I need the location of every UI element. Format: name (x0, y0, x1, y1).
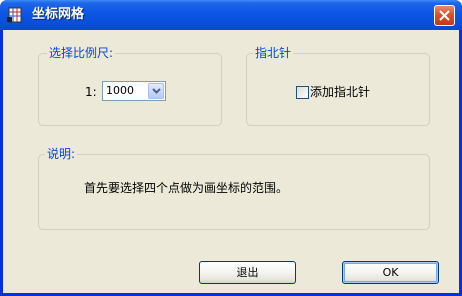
grid-app-icon (6, 6, 24, 24)
scale-groupbox: 选择比例尺: 1: 1000 (38, 45, 222, 126)
description-text: 首先要选择四个点做为画坐标的范围。 (84, 181, 289, 195)
scale-combobox[interactable]: 1000 (102, 81, 166, 101)
dialog-client-area: 选择比例尺: 1: 1000 指北针 添加指北针 说明: 首先要选择四个点做为画… (3, 30, 459, 293)
north-arrow-group-label: 指北针 (253, 45, 294, 61)
title-bar[interactable]: 坐标网格 (0, 0, 462, 30)
chevron-down-icon (152, 88, 161, 94)
scale-ratio-prefix: 1: (85, 85, 97, 99)
scale-combobox-value: 1000 (106, 84, 134, 97)
description-groupbox: 说明: 首先要选择四个点做为画坐标的范围。 (38, 146, 430, 230)
ok-button[interactable]: OK (342, 261, 439, 284)
description-group-label: 说明: (45, 146, 78, 162)
north-arrow-groupbox: 指北针 添加指北针 (246, 45, 430, 126)
dialog-window: 坐标网格 选择比例尺: 1: 1000 指北针 添加指北针 说明: 首先要选择四… (0, 0, 462, 296)
close-button[interactable] (434, 5, 455, 26)
exit-button[interactable]: 退出 (199, 261, 296, 284)
combobox-dropdown-button[interactable] (148, 83, 164, 99)
add-north-arrow-label[interactable]: 添加指北针 (310, 84, 370, 100)
close-x-icon (439, 10, 450, 21)
add-north-arrow-checkbox[interactable] (296, 86, 309, 99)
window-title: 坐标网格 (32, 7, 85, 22)
scale-group-label: 选择比例尺: (47, 45, 116, 61)
